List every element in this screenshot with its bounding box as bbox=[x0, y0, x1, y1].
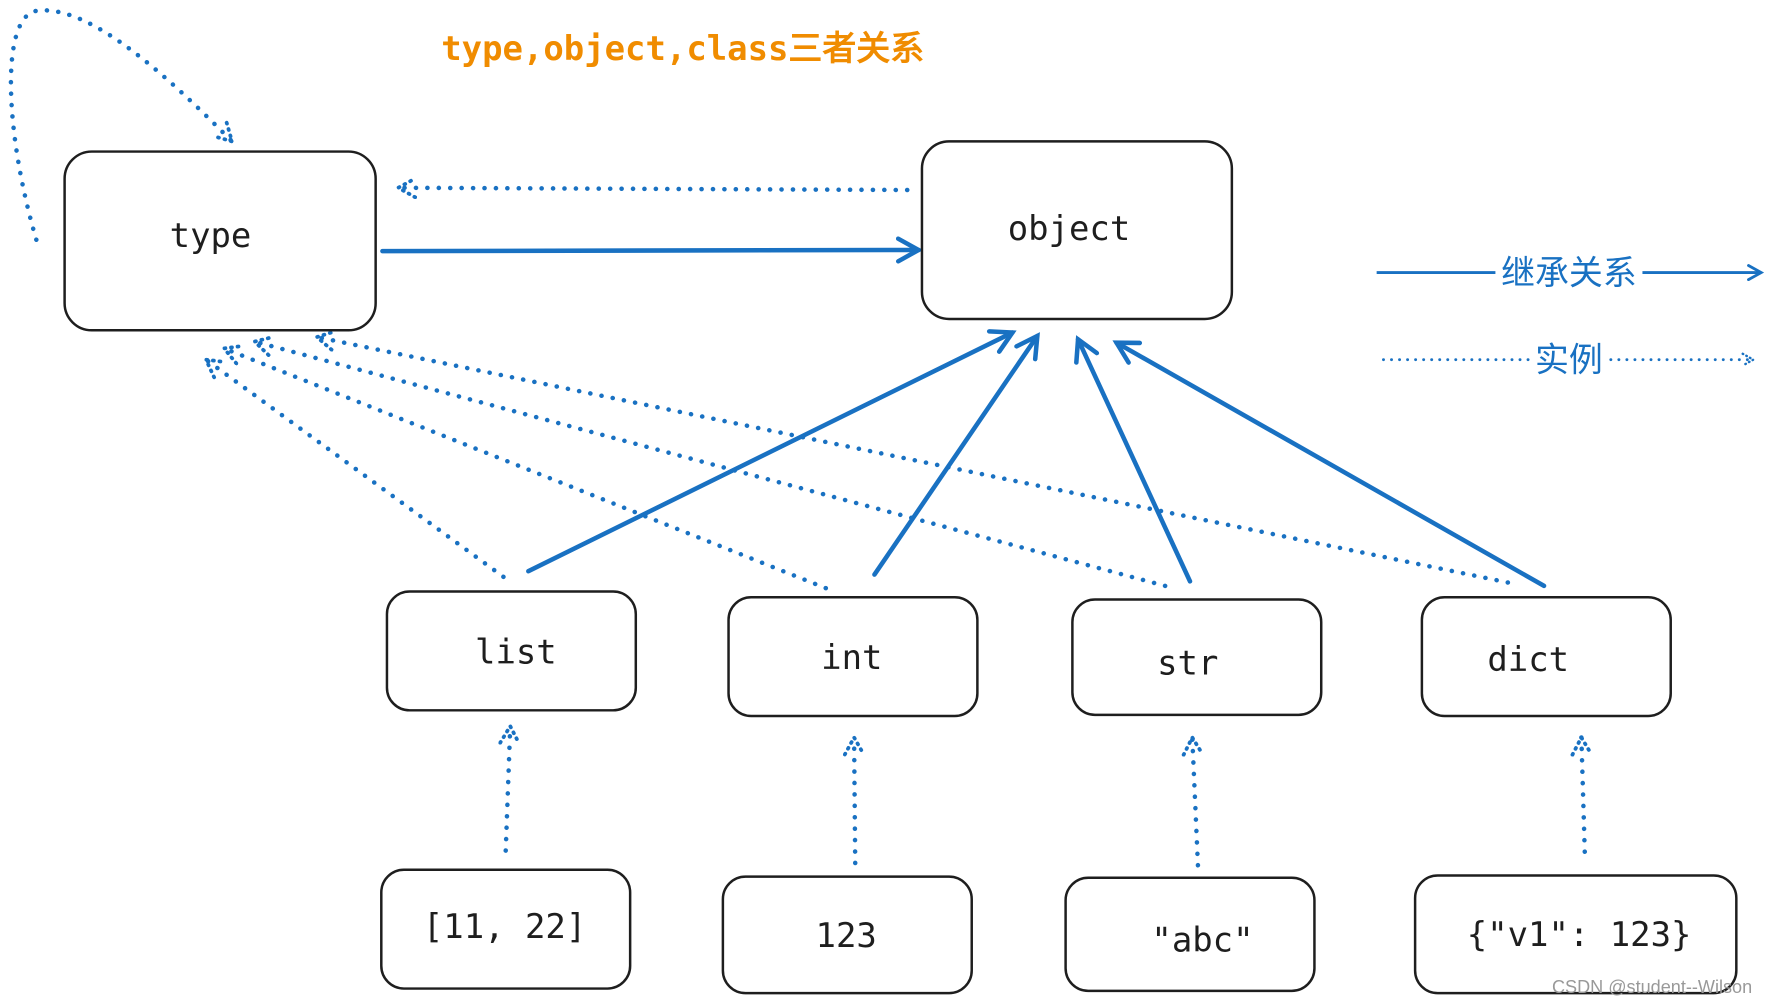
diagram-title: type,object,class三者关系 bbox=[441, 30, 924, 69]
node-type-label: type bbox=[170, 217, 252, 256]
legend-instance-label: 实例 bbox=[1535, 341, 1603, 380]
legend: 继承关系 实例 bbox=[1376, 254, 1762, 380]
node-object-label: object bbox=[1008, 210, 1131, 249]
node-str-label: str bbox=[1157, 645, 1218, 684]
instance-arrow-str-type bbox=[255, 342, 1168, 589]
legend-inheritance-label: 继承关系 bbox=[1501, 254, 1637, 293]
node-list[interactable]: list bbox=[385, 590, 638, 712]
instance-arrow-object-type bbox=[398, 188, 910, 190]
node-type[interactable]: type bbox=[63, 150, 377, 332]
node-list-instance[interactable]: [11, 22] bbox=[380, 868, 632, 990]
node-dict-instance[interactable]: {"v1": 123} bbox=[1413, 874, 1738, 995]
node-dict[interactable]: dict bbox=[1420, 595, 1672, 718]
node-object[interactable]: object bbox=[920, 140, 1234, 321]
node-list-instance-label: [11, 22] bbox=[423, 908, 586, 947]
instance-arrow-dict-value bbox=[1581, 737, 1584, 854]
instance-arrow-list-value bbox=[506, 726, 511, 853]
inheritance-arrow-int-object bbox=[872, 336, 1037, 577]
instance-arrow-int-value bbox=[854, 737, 855, 866]
node-dict-instance-label: {"v1": 123} bbox=[1467, 916, 1692, 955]
node-int-instance-label: 123 bbox=[816, 917, 877, 956]
node-dict-label: dict bbox=[1487, 641, 1569, 680]
instance-arrow-str-value bbox=[1192, 737, 1198, 868]
node-int-instance[interactable]: 123 bbox=[721, 875, 973, 995]
inheritance-arrow-dict-object bbox=[1117, 343, 1547, 589]
node-str[interactable]: str bbox=[1071, 598, 1323, 717]
diagram-canvas: type,object,class三者关系 type object list i… bbox=[8, 8, 1767, 997]
watermark: CSDN @student--Wilson bbox=[1552, 977, 1752, 997]
instance-arrow-list-type bbox=[206, 360, 506, 580]
node-list-label: list bbox=[475, 633, 557, 672]
node-int[interactable]: int bbox=[727, 595, 979, 718]
inheritance-arrow-type-object bbox=[380, 250, 918, 251]
node-str-instance-label: "abc" bbox=[1151, 922, 1253, 961]
node-str-instance[interactable]: "abc" bbox=[1064, 876, 1316, 993]
instance-arrow-dict-type bbox=[317, 337, 1511, 585]
inheritance-arrow-list-object bbox=[526, 333, 1012, 574]
node-int-label: int bbox=[821, 639, 882, 678]
